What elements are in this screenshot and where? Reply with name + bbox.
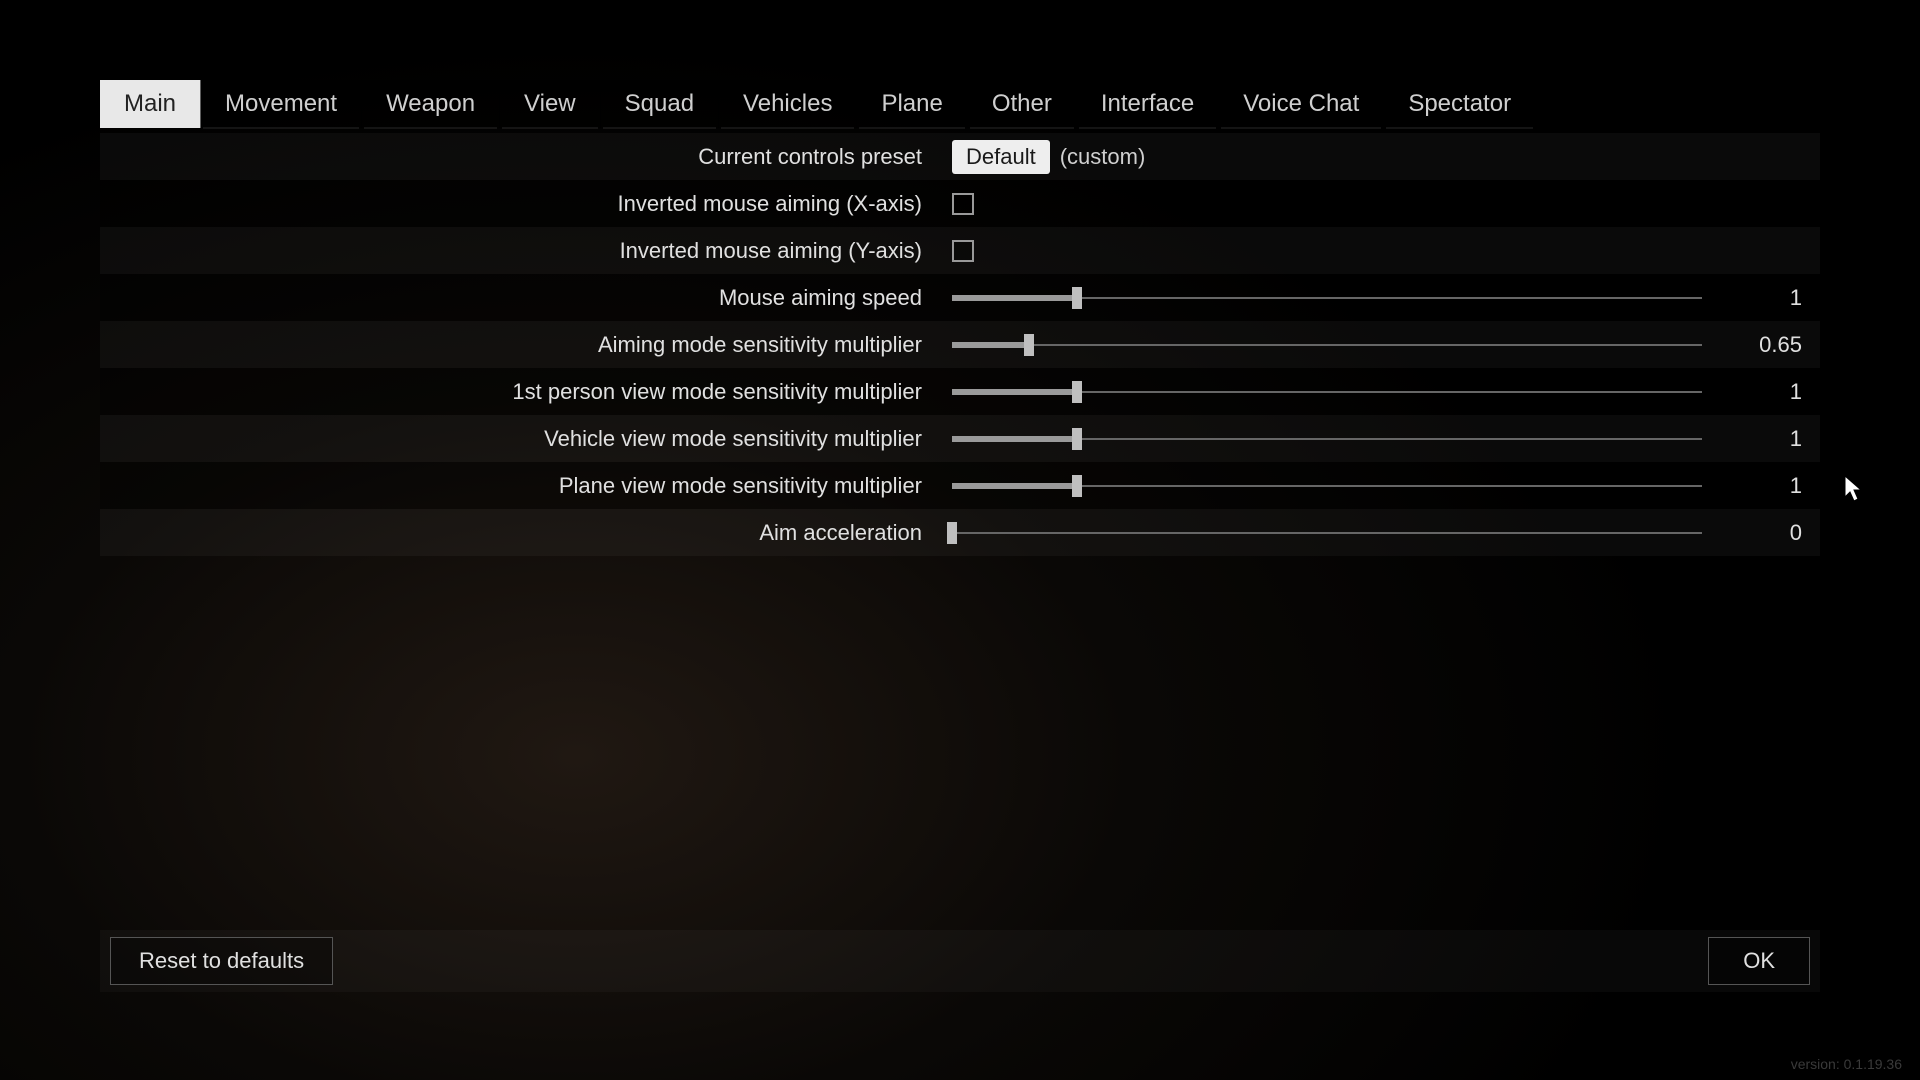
slider-thumb[interactable]	[1072, 381, 1082, 403]
tab-movement[interactable]: Movement	[201, 80, 362, 128]
preset-row: Current controls presetDefault (custom)	[100, 133, 1820, 180]
slider-thumb[interactable]	[1072, 428, 1082, 450]
setting-value: 0.65	[1712, 332, 1802, 358]
setting-row: Vehicle view mode sensitivity multiplier…	[100, 415, 1820, 462]
tab-main[interactable]: Main	[100, 80, 201, 128]
checkbox[interactable]	[952, 240, 974, 262]
slider[interactable]	[952, 289, 1702, 307]
tab-voice-chat[interactable]: Voice Chat	[1219, 80, 1384, 128]
slider[interactable]	[952, 524, 1702, 542]
setting-row: Inverted mouse aiming (X-axis)	[100, 180, 1820, 227]
setting-value: 1	[1712, 426, 1802, 452]
reset-to-defaults-button[interactable]: Reset to defaults	[110, 937, 333, 985]
setting-row: Aiming mode sensitivity multiplier 0.65	[100, 321, 1820, 368]
setting-value: 1	[1712, 473, 1802, 499]
slider[interactable]	[952, 430, 1702, 448]
setting-label: Inverted mouse aiming (Y-axis)	[112, 238, 952, 264]
preset-value-badge[interactable]: Default	[952, 140, 1050, 174]
slider-thumb[interactable]	[1072, 287, 1082, 309]
setting-label: Inverted mouse aiming (X-axis)	[112, 191, 952, 217]
setting-label: Aim acceleration	[112, 520, 952, 546]
slider-thumb[interactable]	[947, 522, 957, 544]
setting-label: Mouse aiming speed	[112, 285, 952, 311]
ok-button[interactable]: OK	[1708, 937, 1810, 985]
setting-row: 1st person view mode sensitivity multipl…	[100, 368, 1820, 415]
slider[interactable]	[952, 383, 1702, 401]
setting-value: 0	[1712, 520, 1802, 546]
tab-vehicles[interactable]: Vehicles	[719, 80, 857, 128]
tab-interface[interactable]: Interface	[1077, 80, 1219, 128]
tabs-bar: MainMovementWeaponViewSquadVehiclesPlane…	[100, 80, 1820, 128]
setting-row: Aim acceleration 0	[100, 509, 1820, 556]
tab-other[interactable]: Other	[968, 80, 1077, 128]
tab-spectator[interactable]: Spectator	[1384, 80, 1536, 128]
slider[interactable]	[952, 477, 1702, 495]
setting-row: Inverted mouse aiming (Y-axis)	[100, 227, 1820, 274]
preset-label: Current controls preset	[112, 144, 952, 170]
setting-label: Vehicle view mode sensitivity multiplier	[112, 426, 952, 452]
preset-control[interactable]: Default (custom)	[952, 140, 1712, 174]
setting-value: 1	[1712, 379, 1802, 405]
tab-squad[interactable]: Squad	[601, 80, 719, 128]
setting-label: Aiming mode sensitivity multiplier	[112, 332, 952, 358]
tab-plane[interactable]: Plane	[857, 80, 967, 128]
cursor-icon	[1844, 475, 1864, 503]
tab-view[interactable]: View	[500, 80, 601, 128]
setting-row: Mouse aiming speed 1	[100, 274, 1820, 321]
setting-label: Plane view mode sensitivity multiplier	[112, 473, 952, 499]
preset-suffix: (custom)	[1060, 144, 1146, 170]
setting-label: 1st person view mode sensitivity multipl…	[112, 379, 952, 405]
footer-bar: Reset to defaults OK	[100, 930, 1820, 992]
settings-panel: MainMovementWeaponViewSquadVehiclesPlane…	[100, 80, 1820, 556]
slider[interactable]	[952, 336, 1702, 354]
checkbox[interactable]	[952, 193, 974, 215]
settings-rows: Current controls presetDefault (custom) In…	[100, 133, 1820, 556]
slider-thumb[interactable]	[1072, 475, 1082, 497]
tab-weapon[interactable]: Weapon	[362, 80, 500, 128]
version-label: version: 0.1.19.36	[1791, 1056, 1902, 1072]
setting-row: Plane view mode sensitivity multiplier 1	[100, 462, 1820, 509]
slider-thumb[interactable]	[1024, 334, 1034, 356]
setting-value: 1	[1712, 285, 1802, 311]
